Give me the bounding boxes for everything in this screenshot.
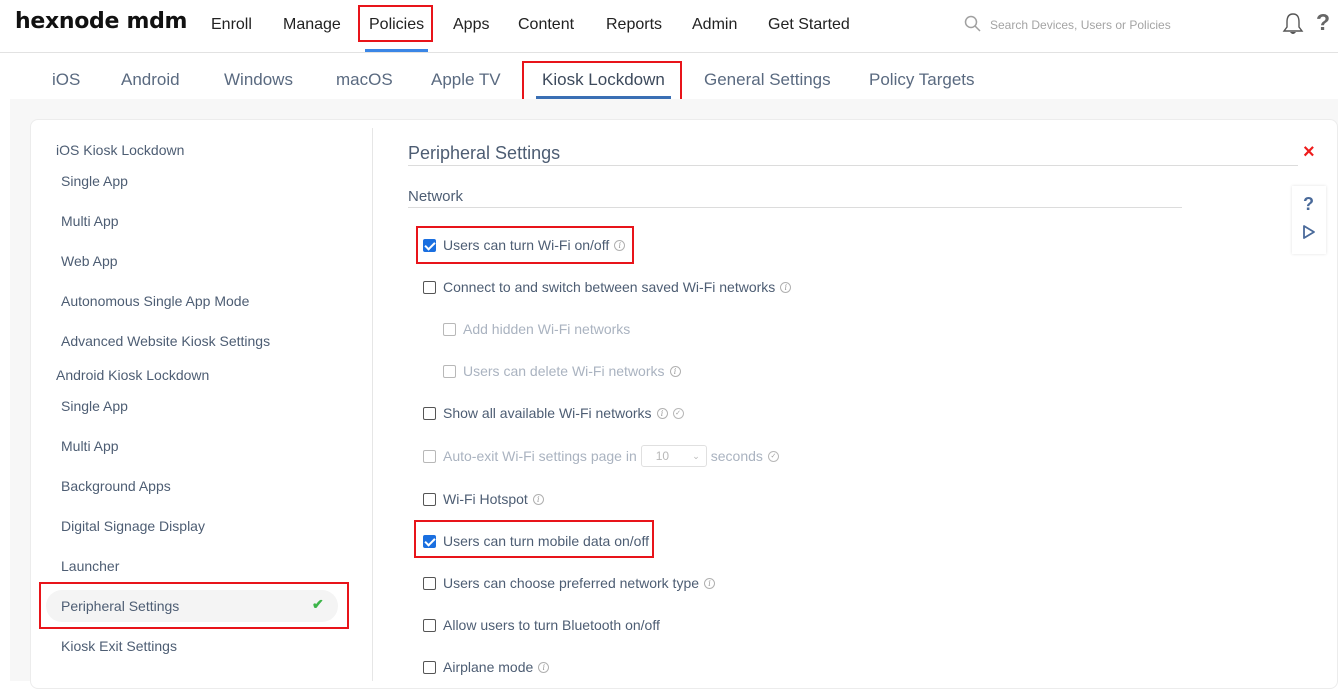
option-label: Connect to and switch between saved Wi-F… [443, 279, 776, 295]
sidebar-item-digital-signage[interactable]: Digital Signage Display [61, 518, 205, 534]
nav-apps[interactable]: Apps [453, 16, 489, 34]
nav-get-started[interactable]: Get Started [768, 16, 850, 34]
option-label: Add hidden Wi-Fi networks [463, 321, 631, 337]
option-saved-wifi[interactable]: Connect to and switch between saved Wi-F… [423, 279, 792, 295]
top-navbar: hexnode mdm Enroll Manage Policies Apps … [0, 0, 1338, 53]
option-suffix: seconds [710, 448, 763, 464]
option-label: Users can delete Wi-Fi networks [463, 363, 665, 379]
sidebar-item-ios-advanced-website[interactable]: Advanced Website Kiosk Settings [61, 333, 270, 349]
help-icon[interactable]: ? [1316, 9, 1330, 36]
tab-android[interactable]: Android [121, 70, 180, 90]
search-icon[interactable] [964, 15, 982, 33]
hexnode-logo[interactable]: hexnode mdm [15, 9, 187, 34]
nav-manage[interactable]: Manage [283, 16, 341, 34]
auto-exit-seconds-select[interactable]: 10 ⌄ [640, 445, 707, 467]
option-wifi-toggle[interactable]: Users can turn Wi-Fi on/off i [423, 237, 626, 253]
sidebar-item-ios-single-app[interactable]: Single App [61, 173, 128, 189]
bell-icon[interactable] [1282, 12, 1304, 36]
option-label: Show all available Wi-Fi networks [443, 405, 652, 421]
info-icon[interactable]: i [532, 493, 544, 505]
title-divider [408, 165, 1298, 166]
sidebar-item-android-multi-app[interactable]: Multi App [61, 438, 119, 454]
section-divider [408, 207, 1182, 208]
option-airplane-mode[interactable]: Airplane mode i [423, 659, 550, 675]
sidebar-item-ios-web-app[interactable]: Web App [61, 253, 118, 269]
option-show-all-wifi[interactable]: Show all available Wi-Fi networks i ✓ [423, 405, 684, 421]
info-icon[interactable]: i [656, 407, 668, 419]
option-hidden-wifi[interactable]: Add hidden Wi-Fi networks [443, 321, 630, 337]
section-network-title: Network [408, 188, 464, 205]
tab-windows[interactable]: Windows [224, 70, 293, 90]
checkbox-wifi-hotspot[interactable] [423, 492, 436, 506]
checkbox-auto-exit-wifi[interactable] [423, 449, 436, 463]
helper-panel: ? [1292, 186, 1326, 254]
checkbox-bluetooth[interactable] [423, 618, 436, 632]
option-auto-exit-wifi[interactable]: Auto-exit Wi-Fi settings page in 10 ⌄ se… [423, 445, 779, 467]
select-value: 10 [655, 449, 670, 463]
nav-content[interactable]: Content [518, 16, 574, 34]
play-icon[interactable] [1302, 224, 1316, 240]
tab-general-settings[interactable]: General Settings [704, 70, 831, 90]
checkbox-preferred-network[interactable] [423, 576, 436, 590]
option-label: Users can choose preferred network type [443, 575, 700, 591]
option-label: Users can turn Wi-Fi on/off [443, 237, 610, 253]
option-label: Airplane mode [443, 659, 534, 675]
sidebar-item-ios-multi-app[interactable]: Multi App [61, 213, 119, 229]
sidebar-item-android-single-app[interactable]: Single App [61, 398, 128, 414]
tab-apple-tv[interactable]: Apple TV [431, 70, 501, 90]
nav-enroll[interactable]: Enroll [211, 16, 252, 34]
checkbox-mobile-data[interactable] [423, 534, 436, 548]
info-icon[interactable]: i [614, 239, 626, 251]
checkbox-delete-wifi[interactable] [443, 364, 456, 378]
tab-ios[interactable]: iOS [52, 70, 80, 90]
option-label: Allow users to turn Bluetooth on/off [443, 617, 660, 633]
sidebar-item-peripheral-settings[interactable]: Peripheral Settings [61, 598, 179, 614]
checkbox-show-all-wifi[interactable] [423, 406, 436, 420]
sidebar-group-ios-kiosk[interactable]: iOS Kiosk Lockdown [56, 142, 184, 158]
nav-policies[interactable]: Policies [364, 16, 429, 52]
close-icon[interactable]: × [1303, 141, 1315, 164]
verified-icon: ✓ [672, 407, 684, 419]
option-preferred-network[interactable]: Users can choose preferred network type … [423, 575, 716, 591]
sidebar-item-ios-asam[interactable]: Autonomous Single App Mode [61, 293, 249, 309]
sidebar-item-launcher[interactable]: Launcher [61, 558, 119, 574]
checkbox-wifi-toggle[interactable] [423, 238, 436, 252]
option-label: Users can turn mobile data on/off [443, 533, 649, 549]
option-bluetooth[interactable]: Allow users to turn Bluetooth on/off [423, 617, 660, 633]
sidebar-divider [372, 128, 373, 681]
tab-macos[interactable]: macOS [336, 70, 393, 90]
chevron-down-icon: ⌄ [692, 450, 700, 461]
nav-admin[interactable]: Admin [692, 16, 737, 34]
option-wifi-hotspot[interactable]: Wi-Fi Hotspot i [423, 491, 544, 507]
sidebar-group-android-kiosk[interactable]: Android Kiosk Lockdown [56, 367, 209, 383]
info-icon[interactable]: i [669, 365, 681, 377]
option-label: Auto-exit Wi-Fi settings page in [443, 448, 637, 464]
info-icon[interactable]: i [780, 281, 792, 293]
platform-tabs: iOS Android Windows macOS Apple TV Kiosk… [0, 54, 1338, 99]
verified-icon: ✓ [767, 450, 779, 462]
nav-reports[interactable]: Reports [606, 16, 662, 34]
option-delete-wifi[interactable]: Users can delete Wi-Fi networks i [443, 363, 681, 379]
tab-kiosk-lockdown[interactable]: Kiosk Lockdown [536, 70, 671, 99]
sidebar-item-background-apps[interactable]: Background Apps [61, 478, 171, 494]
checkbox-airplane-mode[interactable] [423, 660, 436, 674]
sidebar-item-kiosk-exit-settings[interactable]: Kiosk Exit Settings [61, 638, 177, 654]
page-title: Peripheral Settings [408, 143, 561, 163]
checkbox-saved-wifi[interactable] [423, 280, 436, 294]
info-icon[interactable]: i [704, 577, 716, 589]
option-label: Wi-Fi Hotspot [443, 491, 528, 507]
question-icon[interactable]: ? [1303, 194, 1314, 215]
info-icon[interactable]: i [538, 661, 550, 673]
global-search-input[interactable] [990, 14, 1230, 36]
checkbox-hidden-wifi[interactable] [443, 322, 456, 336]
configured-check-icon: ✔ [312, 596, 324, 612]
option-mobile-data[interactable]: Users can turn mobile data on/off [423, 533, 649, 549]
tab-policy-targets[interactable]: Policy Targets [869, 70, 975, 90]
